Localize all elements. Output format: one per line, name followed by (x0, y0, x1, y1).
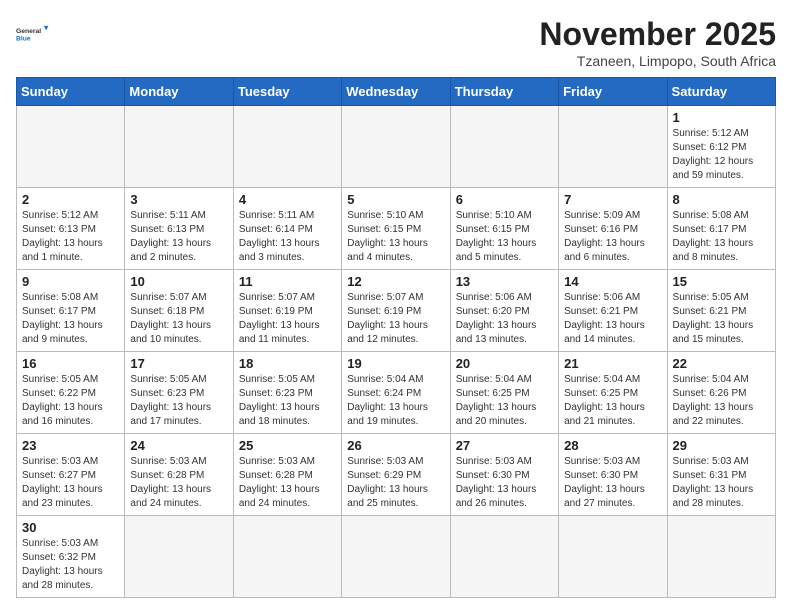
day-30: 30 Sunrise: 5:03 AMSunset: 6:32 PMDaylig… (17, 516, 125, 598)
day-27: 27 Sunrise: 5:03 AMSunset: 6:30 PMDaylig… (450, 434, 558, 516)
empty-cell (125, 106, 233, 188)
empty-cell (450, 516, 558, 598)
svg-text:General: General (16, 28, 41, 35)
day-21: 21 Sunrise: 5:04 AMSunset: 6:25 PMDaylig… (559, 352, 667, 434)
svg-text:Blue: Blue (16, 35, 31, 42)
header-saturday: Saturday (667, 78, 775, 106)
calendar-row-2: 2 Sunrise: 5:12 AMSunset: 6:13 PMDayligh… (17, 188, 776, 270)
empty-cell (125, 516, 233, 598)
day-9: 9 Sunrise: 5:08 AMSunset: 6:17 PMDayligh… (17, 270, 125, 352)
day-6: 6 Sunrise: 5:10 AMSunset: 6:15 PMDayligh… (450, 188, 558, 270)
day-13: 13 Sunrise: 5:06 AMSunset: 6:20 PMDaylig… (450, 270, 558, 352)
month-title: November 2025 (539, 16, 776, 53)
empty-cell (17, 106, 125, 188)
calendar-table: Sunday Monday Tuesday Wednesday Thursday… (16, 77, 776, 598)
day-5: 5 Sunrise: 5:10 AMSunset: 6:15 PMDayligh… (342, 188, 450, 270)
day-18: 18 Sunrise: 5:05 AMSunset: 6:23 PMDaylig… (233, 352, 341, 434)
empty-cell (450, 106, 558, 188)
day-25: 25 Sunrise: 5:03 AMSunset: 6:28 PMDaylig… (233, 434, 341, 516)
empty-cell (342, 106, 450, 188)
day-10: 10 Sunrise: 5:07 AMSunset: 6:18 PMDaylig… (125, 270, 233, 352)
day-15: 15 Sunrise: 5:05 AMSunset: 6:21 PMDaylig… (667, 270, 775, 352)
day-16: 16 Sunrise: 5:05 AMSunset: 6:22 PMDaylig… (17, 352, 125, 434)
empty-cell (342, 516, 450, 598)
day-23: 23 Sunrise: 5:03 AMSunset: 6:27 PMDaylig… (17, 434, 125, 516)
day-22: 22 Sunrise: 5:04 AMSunset: 6:26 PMDaylig… (667, 352, 775, 434)
calendar-row-1: 1 Sunrise: 5:12 AMSunset: 6:12 PMDayligh… (17, 106, 776, 188)
day-3: 3 Sunrise: 5:11 AMSunset: 6:13 PMDayligh… (125, 188, 233, 270)
day-17: 17 Sunrise: 5:05 AMSunset: 6:23 PMDaylig… (125, 352, 233, 434)
title-block: November 2025 Tzaneen, Limpopo, South Af… (539, 16, 776, 69)
calendar-row-3: 9 Sunrise: 5:08 AMSunset: 6:17 PMDayligh… (17, 270, 776, 352)
day-8: 8 Sunrise: 5:08 AMSunset: 6:17 PMDayligh… (667, 188, 775, 270)
logo-icon: General Blue (16, 16, 52, 52)
day-19: 19 Sunrise: 5:04 AMSunset: 6:24 PMDaylig… (342, 352, 450, 434)
empty-cell (667, 516, 775, 598)
header-tuesday: Tuesday (233, 78, 341, 106)
day-14: 14 Sunrise: 5:06 AMSunset: 6:21 PMDaylig… (559, 270, 667, 352)
weekday-header-row: Sunday Monday Tuesday Wednesday Thursday… (17, 78, 776, 106)
header-wednesday: Wednesday (342, 78, 450, 106)
empty-cell (559, 516, 667, 598)
day-28: 28 Sunrise: 5:03 AMSunset: 6:30 PMDaylig… (559, 434, 667, 516)
day-20: 20 Sunrise: 5:04 AMSunset: 6:25 PMDaylig… (450, 352, 558, 434)
day-1-info: Sunrise: 5:12 AMSunset: 6:12 PMDaylight:… (673, 127, 770, 183)
header-thursday: Thursday (450, 78, 558, 106)
day-11: 11 Sunrise: 5:07 AMSunset: 6:19 PMDaylig… (233, 270, 341, 352)
day-24: 24 Sunrise: 5:03 AMSunset: 6:28 PMDaylig… (125, 434, 233, 516)
location: Tzaneen, Limpopo, South Africa (539, 53, 776, 69)
day-12: 12 Sunrise: 5:07 AMSunset: 6:19 PMDaylig… (342, 270, 450, 352)
day-29: 29 Sunrise: 5:03 AMSunset: 6:31 PMDaylig… (667, 434, 775, 516)
day-4: 4 Sunrise: 5:11 AMSunset: 6:14 PMDayligh… (233, 188, 341, 270)
empty-cell (233, 516, 341, 598)
calendar-row-6: 30 Sunrise: 5:03 AMSunset: 6:32 PMDaylig… (17, 516, 776, 598)
calendar-row-4: 16 Sunrise: 5:05 AMSunset: 6:22 PMDaylig… (17, 352, 776, 434)
day-7: 7 Sunrise: 5:09 AMSunset: 6:16 PMDayligh… (559, 188, 667, 270)
header-sunday: Sunday (17, 78, 125, 106)
empty-cell (233, 106, 341, 188)
header-monday: Monday (125, 78, 233, 106)
day-26: 26 Sunrise: 5:03 AMSunset: 6:29 PMDaylig… (342, 434, 450, 516)
calendar-row-5: 23 Sunrise: 5:03 AMSunset: 6:27 PMDaylig… (17, 434, 776, 516)
logo: General Blue (16, 16, 52, 52)
empty-cell (559, 106, 667, 188)
day-1: 1 Sunrise: 5:12 AMSunset: 6:12 PMDayligh… (667, 106, 775, 188)
header-friday: Friday (559, 78, 667, 106)
page-header: General Blue November 2025 Tzaneen, Limp… (16, 16, 776, 69)
day-2: 2 Sunrise: 5:12 AMSunset: 6:13 PMDayligh… (17, 188, 125, 270)
